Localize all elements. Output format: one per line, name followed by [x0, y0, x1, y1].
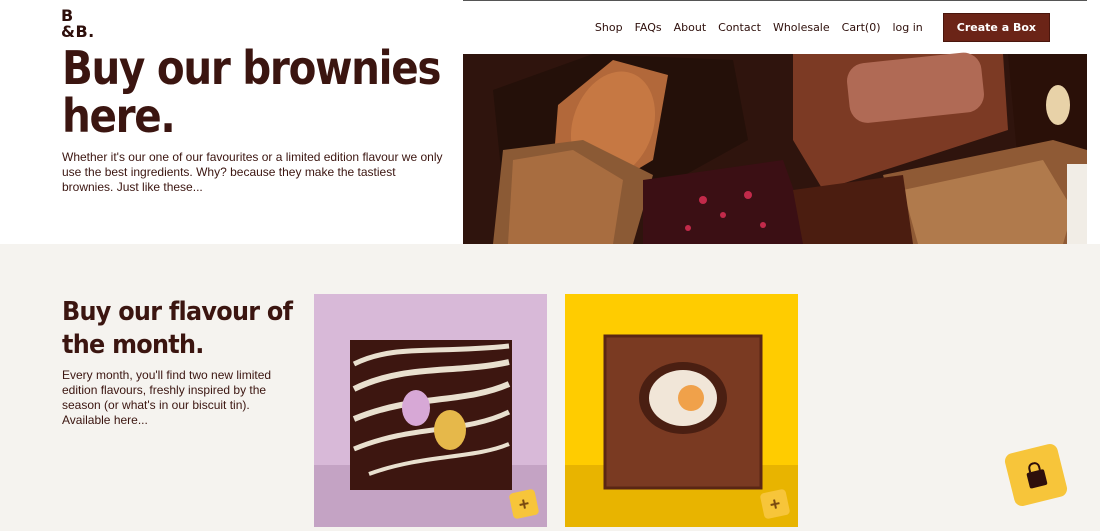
shopping-bag-icon	[1026, 462, 1048, 489]
nav-shop[interactable]: Shop	[595, 21, 623, 34]
add-to-cart-button[interactable]: +	[508, 488, 540, 520]
hero-title-line-2: here.	[62, 89, 176, 143]
flavour-title-line-2: the month.	[62, 330, 204, 360]
flavour-title: Buy our flavour of the month.	[62, 296, 293, 362]
nav-faqs[interactable]: FAQs	[635, 21, 662, 34]
nav-cart[interactable]: Cart(0)	[842, 21, 881, 34]
create-a-box-button[interactable]: Create a Box	[942, 13, 1050, 42]
logo-line-2: &B.	[61, 22, 95, 41]
main-nav: Shop FAQs About Contact Wholesale Cart(0…	[583, 13, 1050, 42]
flavour-description: Every month, you'll find two new limited…	[62, 368, 272, 427]
hero-title: Buy our brownies here.	[62, 41, 441, 143]
nav-login[interactable]: log in	[892, 21, 922, 34]
hero-description: Whether it's our one of our favourites o…	[62, 150, 443, 194]
product-card-mini-egg[interactable]: +	[314, 294, 547, 527]
add-to-cart-button[interactable]: +	[759, 488, 791, 520]
nav-about[interactable]: About	[674, 21, 707, 34]
flavour-of-the-month-section: Buy our flavour of the month. Every mont…	[0, 244, 1100, 531]
product-card-creme-egg[interactable]: +	[565, 294, 798, 527]
flavour-title-line-1: Buy our flavour of	[62, 297, 293, 327]
logo[interactable]: B &B.	[61, 8, 95, 40]
nav-contact[interactable]: Contact	[718, 21, 761, 34]
nav-wholesale[interactable]: Wholesale	[773, 21, 830, 34]
hero-title-line-1: Buy our brownies	[62, 41, 441, 95]
